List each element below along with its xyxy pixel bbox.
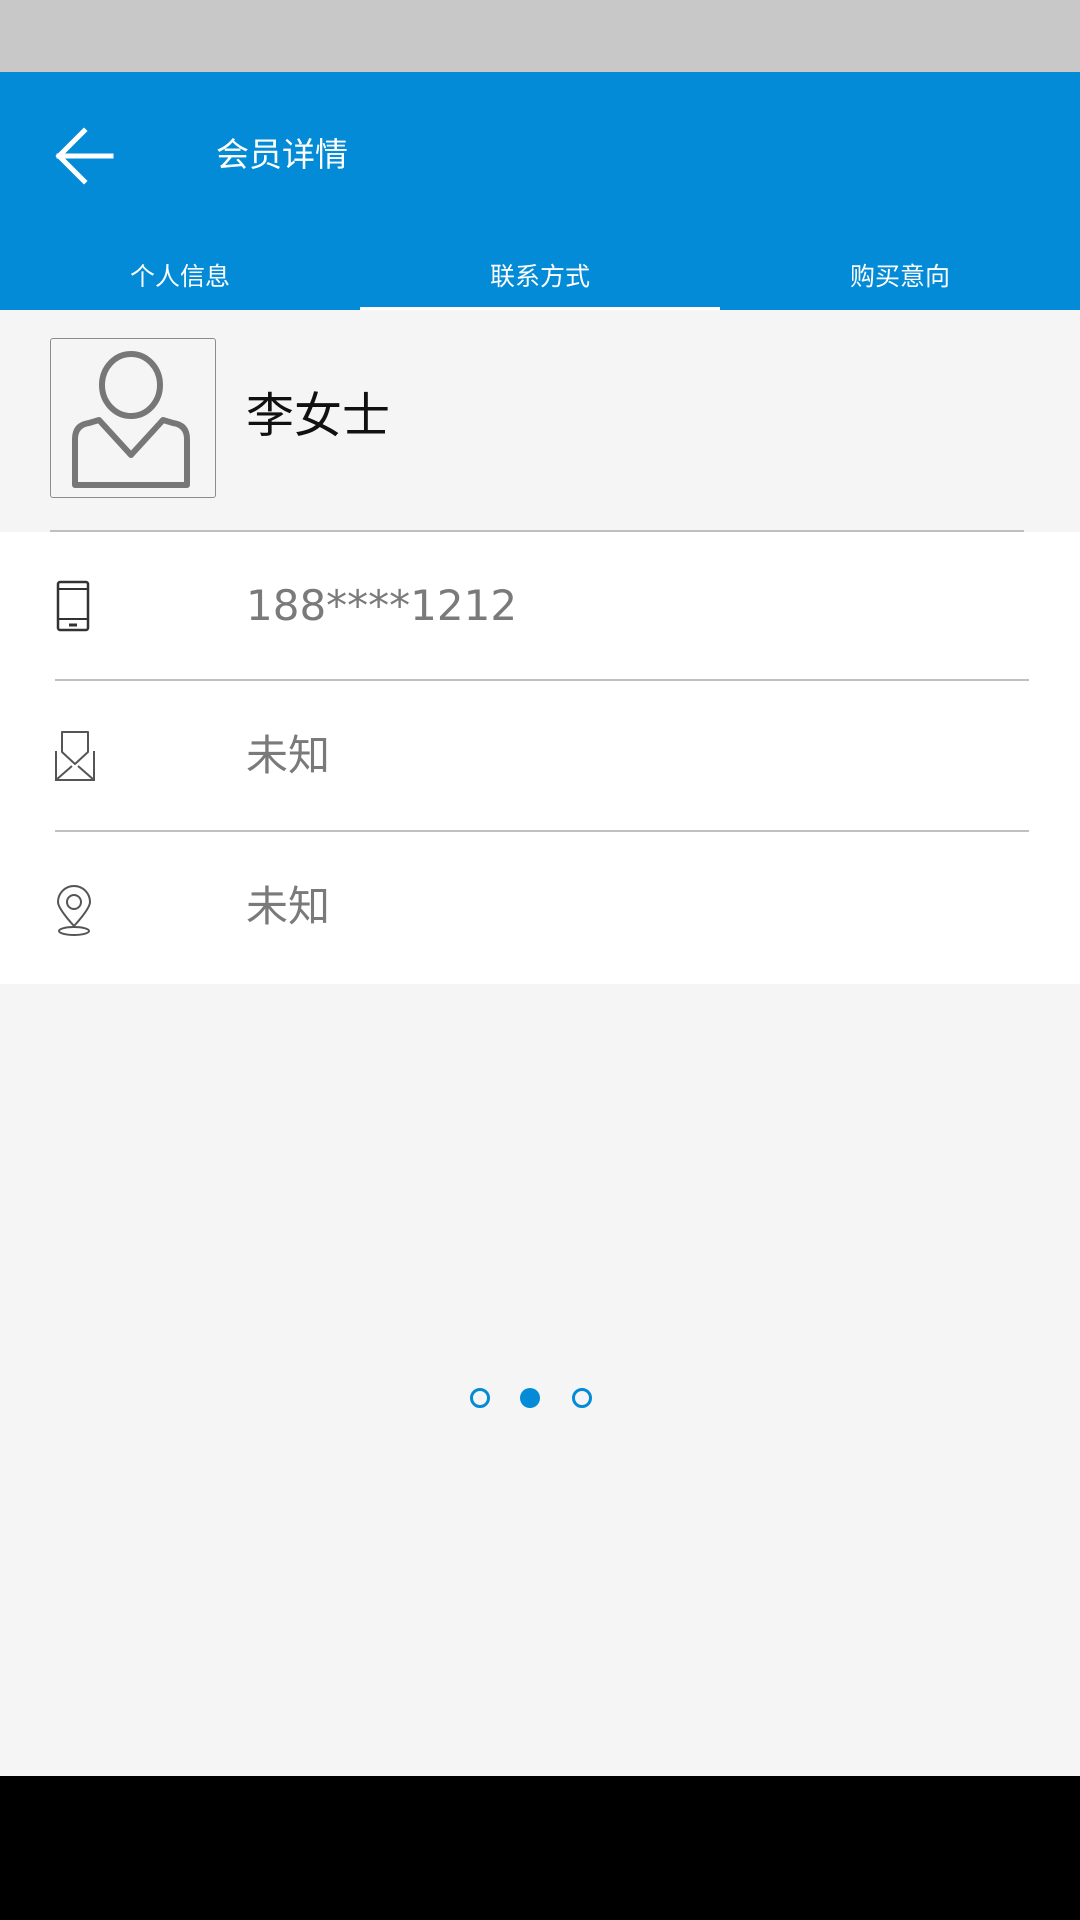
contact-details: 188****1212 未知 未知 [0, 532, 1080, 984]
tab-purchase-intent[interactable]: 购买意向 [720, 240, 1080, 310]
divider [55, 830, 1029, 832]
page-dot[interactable] [572, 1388, 592, 1408]
tab-bar: 个人信息 联系方式 购买意向 [0, 240, 1080, 310]
page-dot-active[interactable] [520, 1388, 540, 1408]
tab-label: 联系方式 [489, 262, 590, 291]
location-pin-icon [54, 884, 98, 940]
page-dot[interactable] [470, 1388, 490, 1408]
status-bar [0, 0, 1080, 72]
arrow-left-icon [55, 127, 114, 185]
profile-header: 李女士 [0, 310, 1080, 532]
app-bar: 会员详情 个人信息 联系方式 购买意向 [0, 72, 1080, 310]
phone-value: 188****1212 [246, 581, 518, 630]
tab-label: 个人信息 [129, 262, 230, 291]
member-name: 李女士 [246, 388, 391, 444]
navigation-bar [0, 1776, 1080, 1920]
back-button[interactable] [48, 120, 120, 192]
contact-row-phone[interactable]: 188****1212 [0, 532, 1080, 682]
page-indicator [0, 1386, 1080, 1410]
contact-row-email[interactable]: 未知 [0, 683, 1080, 833]
tab-contact-info[interactable]: 联系方式 [360, 240, 720, 310]
address-value: 未知 [246, 882, 331, 931]
page-title: 会员详情 [216, 135, 348, 174]
avatar [50, 338, 216, 498]
mail-inbox-icon [54, 729, 98, 785]
email-value: 未知 [246, 731, 331, 780]
tab-label: 购买意向 [849, 262, 950, 291]
divider [55, 679, 1029, 681]
person-placeholder-icon [72, 351, 190, 488]
tab-personal-info[interactable]: 个人信息 [0, 240, 360, 310]
contact-row-address[interactable]: 未知 [0, 834, 1080, 984]
mobile-phone-icon [54, 579, 98, 635]
